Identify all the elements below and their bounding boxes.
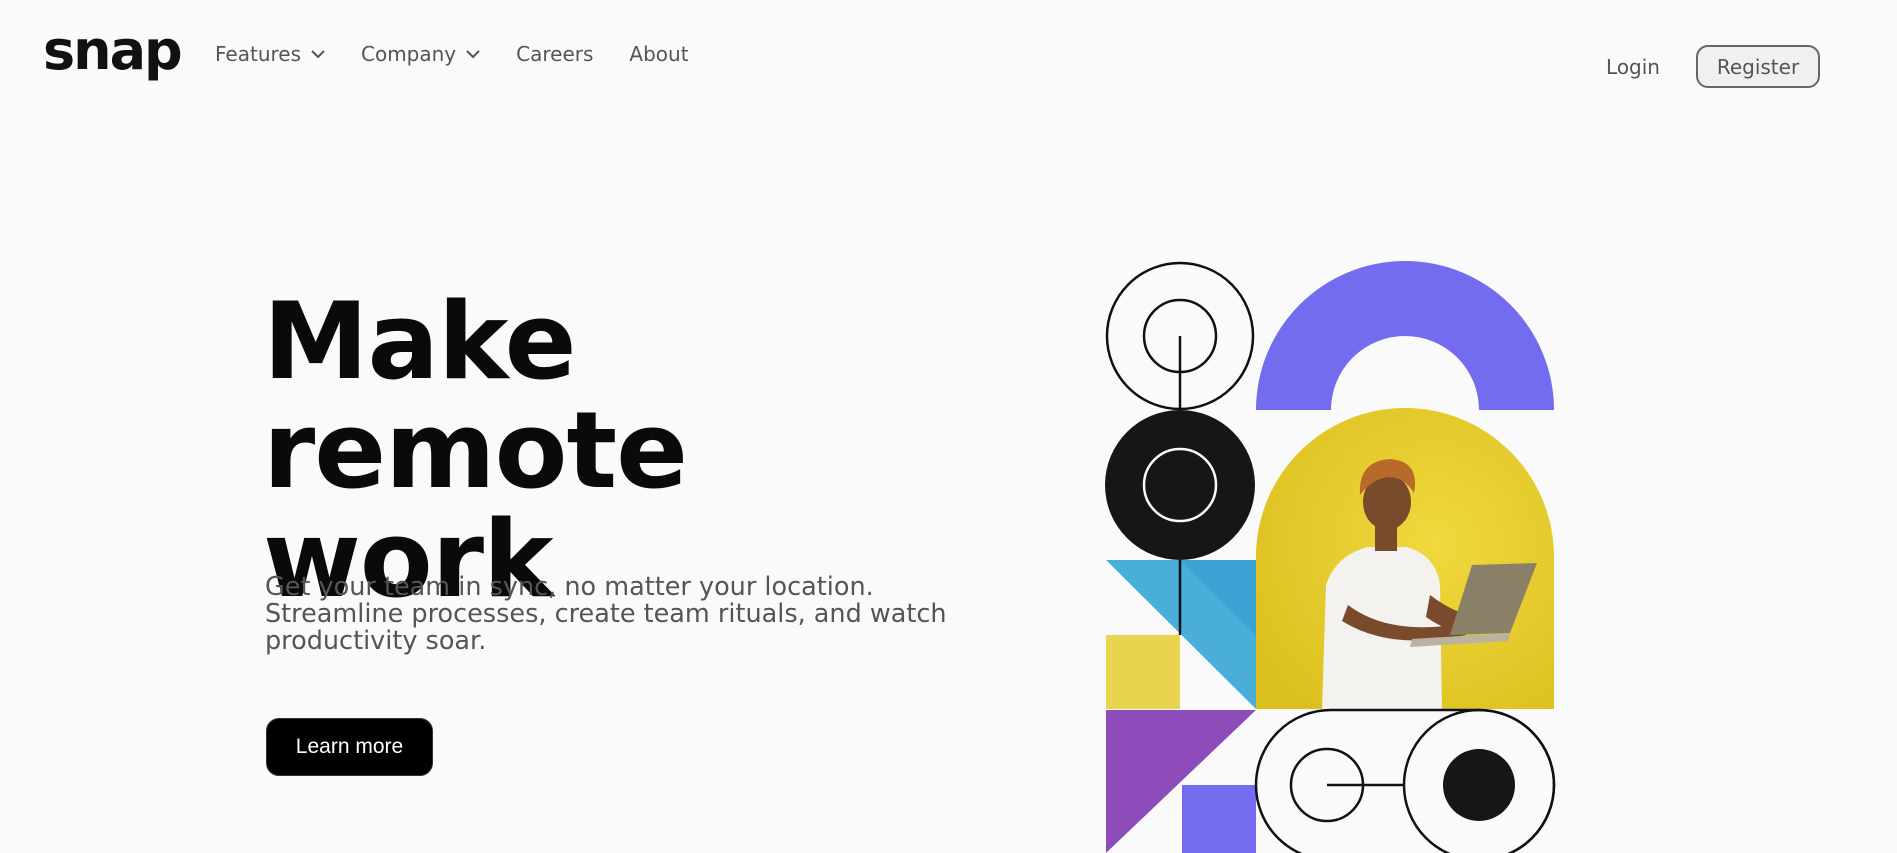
nav-about[interactable]: About bbox=[629, 42, 688, 66]
login-link[interactable]: Login bbox=[1606, 55, 1660, 79]
person-photo bbox=[1256, 408, 1554, 709]
nav-careers[interactable]: Careers bbox=[516, 42, 593, 66]
yellow-square-shape bbox=[1106, 635, 1180, 709]
nav-features-label: Features bbox=[215, 42, 301, 66]
nav-company[interactable]: Company bbox=[361, 42, 480, 66]
purple-square-shape bbox=[1182, 785, 1256, 853]
scrollbar[interactable] bbox=[1889, 0, 1897, 853]
hero-subtitle: Get your team in sync, no matter your lo… bbox=[265, 572, 947, 656]
black-ring-shape bbox=[1105, 410, 1255, 560]
outline-target-shape bbox=[1105, 261, 1255, 411]
learn-more-button[interactable]: Learn more bbox=[266, 718, 433, 776]
snap-logo[interactable]: snap bbox=[43, 24, 183, 78]
main-nav: Features Company Careers About bbox=[215, 42, 725, 66]
nav-company-label: Company bbox=[361, 42, 457, 66]
chevron-down-icon bbox=[311, 49, 325, 59]
nav-features[interactable]: Features bbox=[215, 42, 325, 66]
bottom-pill-shape bbox=[1254, 708, 1556, 853]
auth-actions: Login Register bbox=[1606, 45, 1820, 88]
purple-arch-shape bbox=[1256, 261, 1554, 410]
hero-illustration bbox=[1105, 261, 1556, 853]
hero-title: Make remote work bbox=[263, 287, 1023, 614]
register-button[interactable]: Register bbox=[1696, 45, 1820, 88]
hero-title-line1: Make remote bbox=[263, 280, 688, 512]
chevron-down-icon bbox=[466, 49, 480, 59]
